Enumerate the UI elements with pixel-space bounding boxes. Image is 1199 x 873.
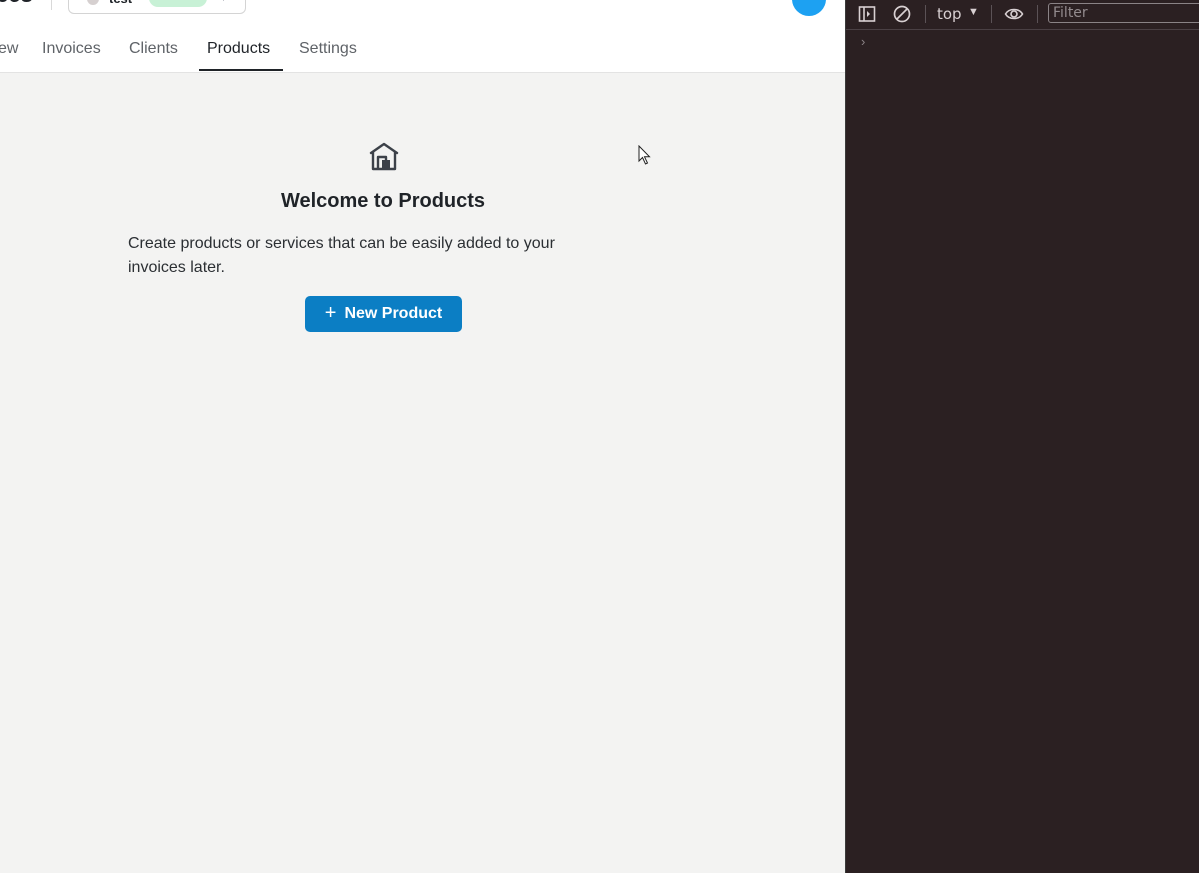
tab-products[interactable]: Products bbox=[207, 40, 270, 58]
context-selector[interactable]: top bbox=[937, 5, 962, 23]
main-tabs: ew Invoices Clients Products Settings bbox=[0, 30, 845, 72]
devtools-toolbar: top ▼ bbox=[846, 0, 1199, 30]
devtools-console: top ▼ › bbox=[845, 0, 1199, 873]
tab-clients[interactable]: Clients bbox=[129, 40, 178, 58]
caret-down-icon: ▼ bbox=[968, 6, 979, 18]
active-tab-indicator bbox=[199, 69, 283, 71]
tab-settings[interactable]: Settings bbox=[299, 40, 357, 58]
store-icon bbox=[369, 142, 399, 171]
new-product-label: New Product bbox=[344, 305, 443, 322]
org-switcher[interactable]: test ▾ bbox=[68, 0, 246, 14]
mouse-cursor-icon bbox=[638, 145, 651, 165]
console-prompt[interactable]: › bbox=[861, 34, 865, 49]
chevron-down-icon: ▾ bbox=[221, 0, 226, 4]
console-filter-input[interactable] bbox=[1048, 3, 1199, 23]
toolbar-separator bbox=[925, 5, 926, 23]
header-divider bbox=[51, 0, 52, 10]
tab-overview[interactable]: ew bbox=[0, 40, 18, 58]
top-bar: ices test ▾ ew Invoices Clients Products… bbox=[0, 0, 845, 73]
empty-state-description: Create products or services that can be … bbox=[128, 235, 555, 276]
app-brand[interactable]: ices bbox=[0, 0, 33, 8]
new-product-button[interactable]: + New Product bbox=[305, 296, 462, 332]
org-avatar bbox=[87, 0, 99, 5]
eye-icon[interactable] bbox=[1004, 4, 1024, 24]
plus-icon: + bbox=[324, 302, 337, 324]
org-status-badge bbox=[149, 0, 207, 7]
tab-invoices[interactable]: Invoices bbox=[42, 40, 101, 58]
clear-console-icon[interactable] bbox=[892, 4, 912, 24]
empty-state-title: Welcome to Products bbox=[280, 190, 486, 212]
org-name: test bbox=[109, 0, 132, 6]
sidebar-toggle-icon[interactable] bbox=[857, 4, 877, 24]
toolbar-separator bbox=[1037, 5, 1038, 23]
app-pane: ices test ▾ ew Invoices Clients Products… bbox=[0, 0, 845, 873]
user-avatar[interactable] bbox=[792, 0, 826, 16]
toolbar-separator bbox=[991, 5, 992, 23]
